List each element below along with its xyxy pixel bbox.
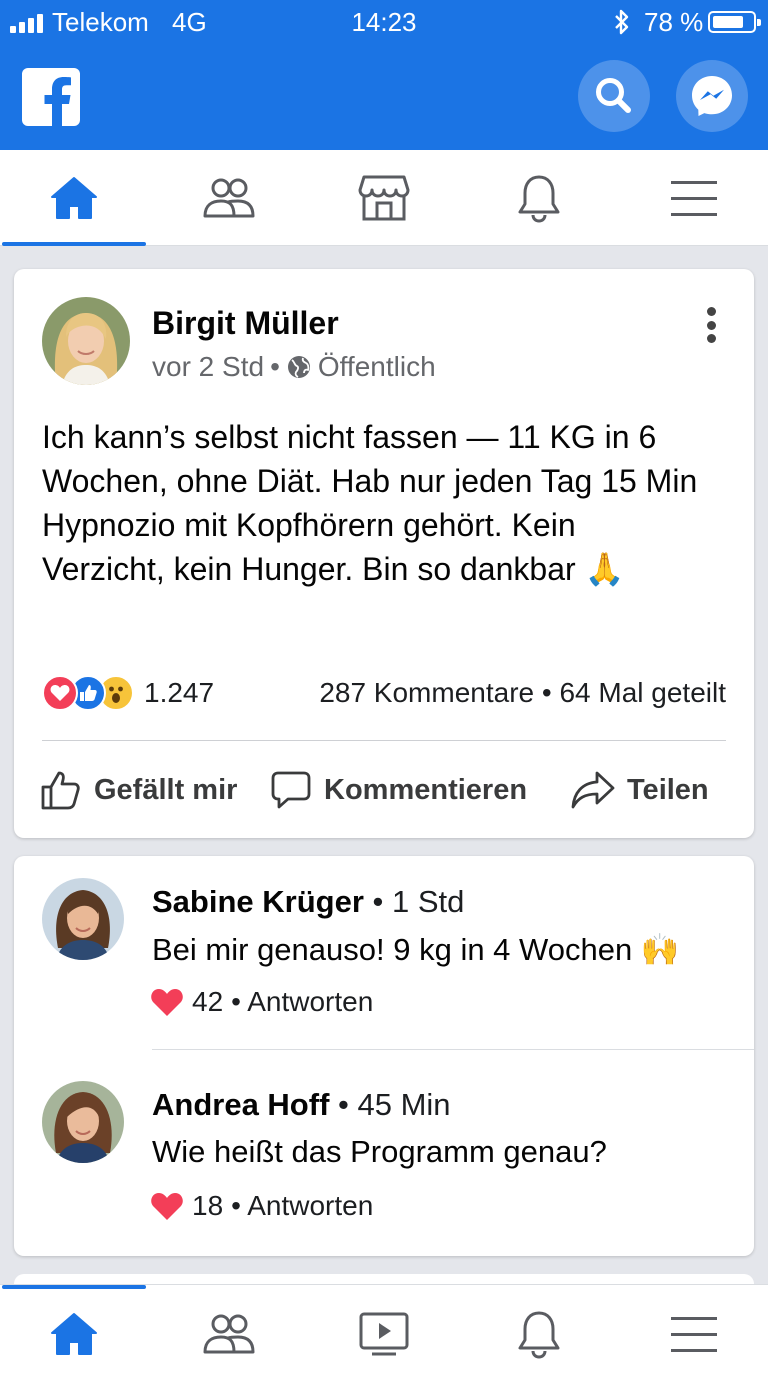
nav-video[interactable] — [310, 1291, 458, 1376]
like-button[interactable]: Gefällt mir — [40, 767, 237, 813]
post-stats[interactable]: 287 Kommentare • 64 Mal geteilt — [319, 673, 726, 713]
comment-meta: 42 • Antworten — [150, 986, 373, 1018]
status-bar: Telekom 4G 14:23 78 % — [0, 0, 768, 46]
messenger-button[interactable] — [676, 60, 748, 132]
post-text-line: Wochen, ohne Diät. Hab nur jeden Tag 15 … — [42, 463, 698, 499]
reaction-count: 1.247 — [144, 677, 215, 708]
menu-icon — [671, 1317, 717, 1352]
commenter-name[interactable]: Sabine Krüger • 1 Std — [152, 884, 464, 920]
reply-link[interactable]: • Antworten — [231, 986, 373, 1018]
tab-menu[interactable] — [620, 150, 768, 246]
comment-meta: 18 • Antworten — [150, 1190, 373, 1222]
like-label: Gefällt mir — [94, 773, 238, 806]
active-tab-indicator — [2, 1285, 146, 1289]
battery-icon — [708, 11, 761, 33]
commenter-name[interactable]: Andrea Hoff • 45 Min — [152, 1087, 451, 1123]
battery-percent: 78 % — [644, 7, 704, 37]
commenter-avatar[interactable] — [42, 1081, 124, 1163]
share-button[interactable]: Teilen — [571, 767, 709, 813]
app-bar — [0, 46, 768, 150]
tab-notifications[interactable] — [465, 150, 613, 246]
post-text-line: Hypnozio mit Kopfhörern gehört. Kein — [42, 507, 576, 543]
comment-like-count: 42 — [192, 986, 224, 1017]
globe-icon — [287, 356, 310, 378]
comment-button[interactable]: Kommentieren — [270, 767, 527, 813]
love-reaction-icon — [42, 675, 78, 711]
heart-icon — [151, 989, 183, 1016]
comment-icon — [271, 771, 311, 809]
comment-like-count: 18 — [192, 1190, 224, 1221]
video-icon — [359, 1312, 409, 1356]
author-name[interactable]: Birgit Müller — [152, 305, 339, 342]
nav-friends[interactable] — [155, 1291, 303, 1376]
friends-icon — [203, 1314, 255, 1354]
more-options-icon[interactable] — [704, 307, 718, 343]
nav-home[interactable] — [0, 1291, 148, 1376]
home-icon — [51, 1313, 97, 1355]
bluetooth-icon — [612, 8, 632, 43]
comment-text: Bei mir genauso! 9 kg in 4 Wochen 🙌 — [152, 932, 680, 967]
comment-divider — [152, 1049, 754, 1050]
facebook-logo-icon[interactable] — [22, 68, 80, 126]
search-icon — [596, 78, 631, 113]
tab-marketplace[interactable] — [310, 150, 458, 246]
home-icon — [51, 177, 97, 219]
post-audience: Öffentlich — [317, 351, 436, 382]
nav-menu[interactable] — [620, 1291, 768, 1376]
reactions-summary[interactable]: 1.247 — [42, 673, 214, 713]
post-time[interactable]: vor 2 Std — [152, 351, 264, 383]
commenter-name-text: Sabine Krüger — [152, 884, 364, 919]
commenter-avatar[interactable] — [42, 878, 124, 960]
comment-time: • 45 Min — [329, 1087, 451, 1122]
menu-icon — [671, 181, 717, 216]
reply-link[interactable]: • Antworten — [231, 1190, 373, 1222]
divider — [42, 740, 726, 741]
comments-card: Sabine Krüger • 1 Std Bei mir genauso! 9… — [14, 856, 754, 1256]
top-tab-bar — [0, 150, 768, 246]
bell-icon — [518, 1311, 560, 1359]
tab-home[interactable] — [0, 150, 148, 246]
share-icon — [571, 771, 615, 809]
messenger-icon — [692, 76, 732, 116]
heart-icon — [151, 1193, 183, 1220]
post-meta: vor 2 Std • Öffentlich — [152, 351, 436, 383]
commenter-name-text: Andrea Hoff — [152, 1087, 330, 1122]
bell-icon — [518, 175, 560, 223]
post-text-line: Verzicht, kein Hunger. Bin so dankbar 🙏 — [42, 551, 625, 587]
post-card: Birgit Müller vor 2 Std • Öffentlich Ich… — [14, 269, 754, 838]
post-text: Ich kann’s selbst nicht fassen — 11 KG i… — [42, 415, 742, 591]
thumbs-up-icon — [41, 771, 80, 810]
meta-separator: • — [270, 351, 280, 382]
friends-icon — [203, 178, 255, 218]
marketplace-icon — [358, 175, 410, 221]
comment-time: • 1 Std — [363, 884, 465, 919]
comment-label: Kommentieren — [324, 773, 528, 806]
tab-friends[interactable] — [155, 150, 303, 246]
search-button[interactable] — [578, 60, 650, 132]
comment-text: Wie heißt das Programm genau? — [152, 1134, 607, 1169]
bottom-nav — [0, 1284, 768, 1376]
nav-notifications[interactable] — [465, 1291, 613, 1376]
share-label: Teilen — [627, 773, 709, 806]
post-text-line: Ich kann’s selbst nicht fassen — 11 KG i… — [42, 419, 657, 455]
author-avatar[interactable] — [42, 297, 130, 385]
